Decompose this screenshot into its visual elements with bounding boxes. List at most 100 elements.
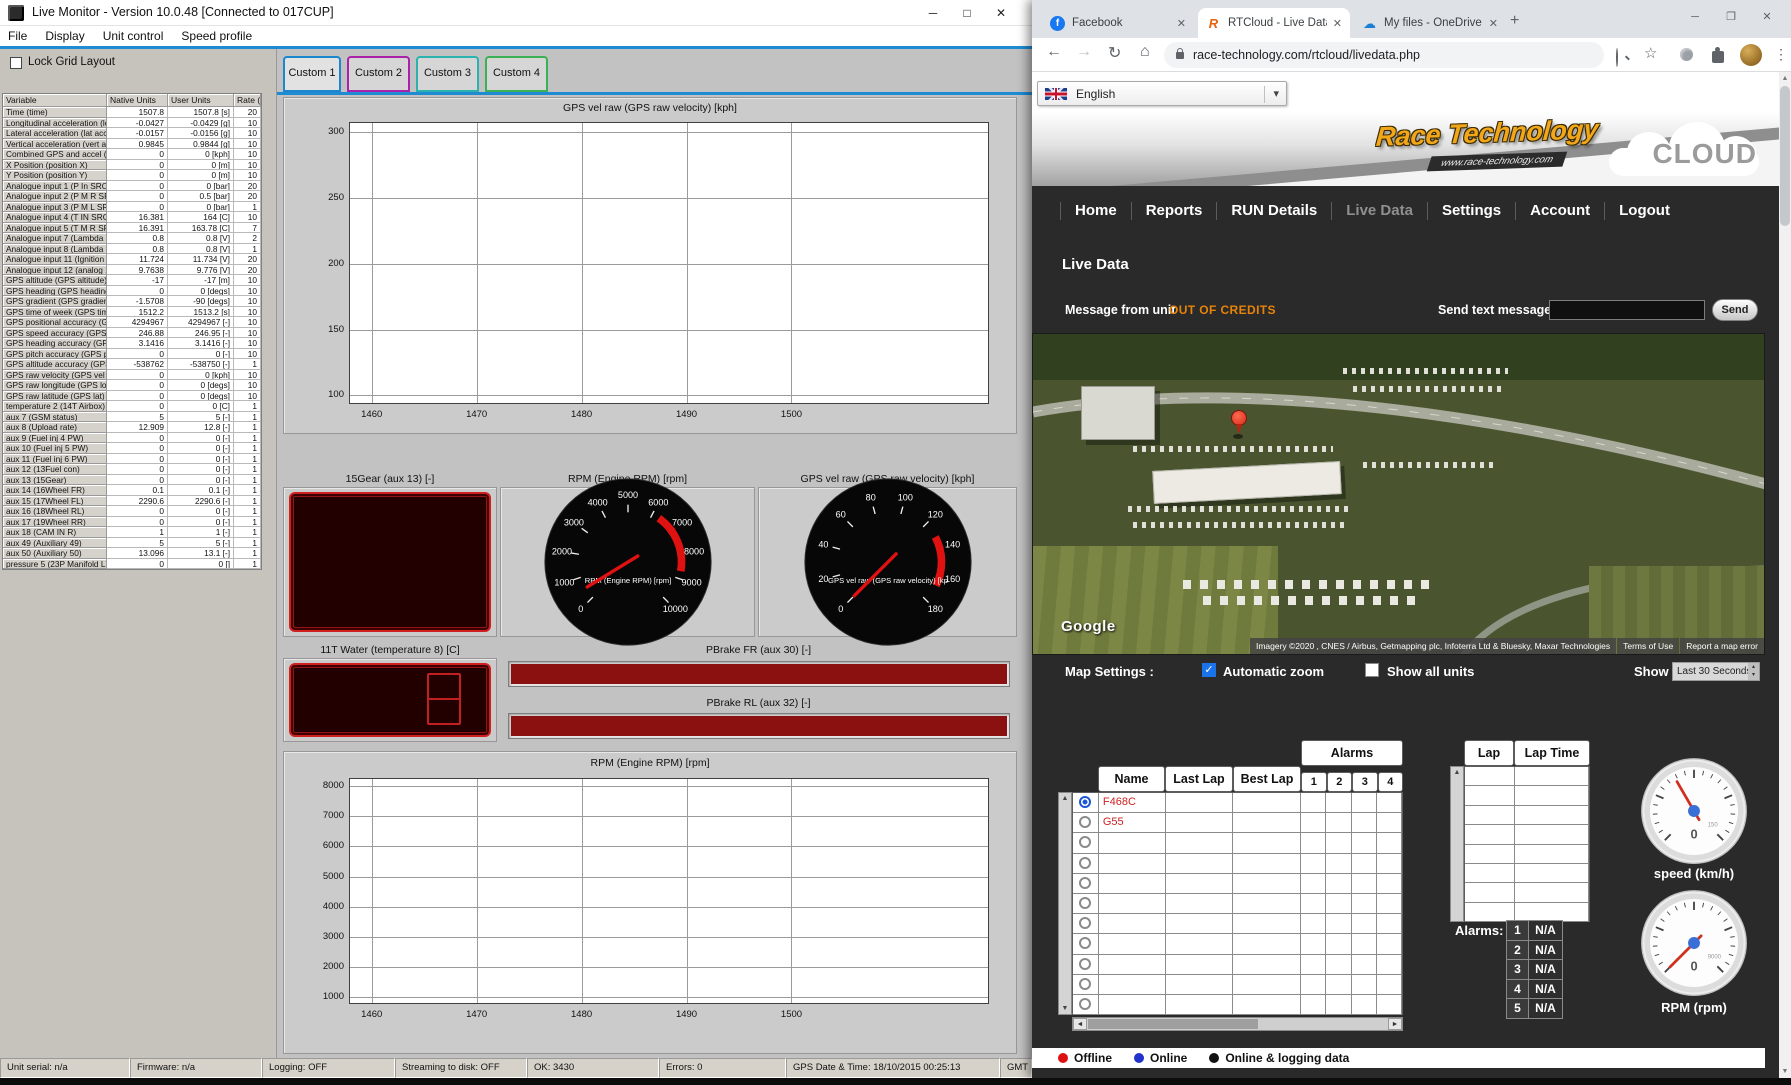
- unit-row[interactable]: G55: [1073, 813, 1402, 833]
- table-row[interactable]: GPS heading (GPS heading00 [degs]10: [3, 286, 261, 297]
- unit-radio[interactable]: [1079, 937, 1091, 949]
- map-report-link[interactable]: Report a map error: [1680, 638, 1764, 654]
- table-row[interactable]: Analogue input 8 (Lambda L0.80.8 [V]1: [3, 244, 261, 255]
- url-text[interactable]: race-technology.com/rtcloud/livedata.php: [1193, 48, 1420, 62]
- tab-custom-1[interactable]: Custom 1: [283, 56, 341, 92]
- unit-row[interactable]: [1073, 995, 1402, 1015]
- tab-custom-4[interactable]: Custom 4: [485, 56, 548, 92]
- extension-icon[interactable]: [1680, 48, 1693, 61]
- table-row[interactable]: aux 16 (18Wheel RL)00 [-]1: [3, 506, 261, 517]
- table-row[interactable]: GPS raw latitude (GPS lat)00 [degs]10: [3, 391, 261, 402]
- table-row[interactable]: Combined GPS and accel (s00 [kph]10: [3, 149, 261, 160]
- unit-radio[interactable]: [1079, 836, 1091, 848]
- table-row[interactable]: GPS altitude accuracy (GPS-538762-538750…: [3, 359, 261, 370]
- browser-maximize-icon[interactable]: ❐: [1713, 0, 1749, 34]
- column-header-last-lap[interactable]: Last Lap: [1165, 766, 1233, 792]
- text-message-input[interactable]: [1549, 300, 1705, 320]
- table-row[interactable]: aux 12 (13Fuel con)00 [-]1: [3, 464, 261, 475]
- table-row[interactable]: GPS gradient (GPS gradient-1.5708-90 [de…: [3, 296, 261, 307]
- scroll-down-icon[interactable]: ▼: [1779, 1065, 1791, 1078]
- table-row[interactable]: Analogue input 5 (T M R SR16.391163.78 […: [3, 223, 261, 234]
- table-row[interactable]: Analogue input 1 (P In SRO00 [bar]20: [3, 181, 261, 192]
- menu-speed-profile[interactable]: Speed profile: [181, 29, 252, 43]
- table-row[interactable]: GPS time of week (GPS tim1512.21513.2 [s…: [3, 307, 261, 318]
- show-period-dropdown[interactable]: Last 30 Seconds▴▾: [1672, 662, 1760, 681]
- unit-row[interactable]: [1073, 975, 1402, 995]
- table-row[interactable]: pressure 5 (23P Manifold L)00 []1: [3, 559, 261, 570]
- scroll-up-icon[interactable]: ▲: [1779, 72, 1791, 85]
- avatar[interactable]: [1740, 44, 1762, 66]
- column-header[interactable]: Native Units: [107, 94, 168, 107]
- tab-close-icon[interactable]: ✕: [1333, 17, 1342, 30]
- table-row[interactable]: aux 13 (15Gear)00 [-]1: [3, 475, 261, 486]
- browser-minimize-icon[interactable]: ─: [1677, 0, 1713, 34]
- unit-row[interactable]: F468C: [1073, 793, 1402, 813]
- unit-radio[interactable]: [1079, 816, 1091, 828]
- close-icon[interactable]: ✕: [984, 0, 1018, 26]
- table-row[interactable]: GPS positional accuracy (G42949674294967…: [3, 317, 261, 328]
- table-row[interactable]: aux 11 (Fuel inj 6 PW)00 [-]1: [3, 454, 261, 465]
- unit-radio[interactable]: [1079, 998, 1091, 1010]
- unit-radio[interactable]: [1079, 796, 1091, 808]
- browser-tab-1[interactable]: fFacebook✕: [1042, 8, 1194, 38]
- new-tab-button[interactable]: +: [1510, 12, 1519, 30]
- table-row[interactable]: aux 17 (19Wheel RR)00 [-]1: [3, 517, 261, 528]
- table-row[interactable]: aux 7 (GSM status)55 [-]1: [3, 412, 261, 423]
- table-row[interactable]: Analogue input 4 (T IN SRO16.381164 [C]1…: [3, 212, 261, 223]
- variables-table[interactable]: VariableNative UnitsUser UnitsRate (HTim…: [2, 93, 262, 570]
- browser-close-icon[interactable]: ✕: [1749, 0, 1785, 34]
- table-horizontal-scrollbar[interactable]: ◄►: [1072, 1017, 1403, 1031]
- scroll-left-icon[interactable]: ◄: [1073, 1018, 1087, 1030]
- table-row[interactable]: Analogue input 11 (Ignition11.72411.734 …: [3, 254, 261, 265]
- show-all-units-checkbox[interactable]: [1365, 663, 1379, 677]
- table-row[interactable]: aux 49 (Auxiliary 49)55 [-]1: [3, 538, 261, 549]
- column-header-name[interactable]: Name: [1098, 766, 1165, 792]
- table-row[interactable]: X Position (position X)00 [m]10: [3, 160, 261, 171]
- table-row[interactable]: Time (time)1507.81507.8 [s]20: [3, 107, 261, 118]
- unit-row[interactable]: [1073, 874, 1402, 894]
- table-row[interactable]: GPS altitude (GPS altitude)-17-17 [m]10: [3, 275, 261, 286]
- unit-radio[interactable]: [1079, 897, 1091, 909]
- automatic-zoom-checkbox[interactable]: ✓: [1202, 663, 1216, 677]
- map-satellite[interactable]: Google Imagery ©2020 , CNES / Airbus, Ge…: [1032, 333, 1765, 655]
- send-button[interactable]: Send: [1712, 299, 1758, 321]
- unit-row[interactable]: [1073, 955, 1402, 975]
- table-row[interactable]: Longitudinal acceleration (lo-0.0427-0.0…: [3, 118, 261, 129]
- unit-row[interactable]: [1073, 833, 1402, 853]
- unit-row[interactable]: [1073, 854, 1402, 874]
- table-row[interactable]: Y Position (position Y)00 [m]10: [3, 170, 261, 181]
- tab-close-icon[interactable]: ✕: [1177, 17, 1186, 30]
- reload-icon[interactable]: ↻: [1108, 43, 1121, 63]
- column-header[interactable]: Rate (H: [234, 94, 261, 107]
- unit-radio[interactable]: [1079, 877, 1091, 889]
- nav-live-data[interactable]: Live Data: [1331, 202, 1427, 220]
- unit-row[interactable]: [1073, 914, 1402, 934]
- table-row[interactable]: GPS speed accuracy (GPS246.88246.95 [-]1…: [3, 328, 261, 339]
- unit-row[interactable]: [1073, 934, 1402, 954]
- tab-custom-2[interactable]: Custom 2: [347, 56, 410, 92]
- zoom-icon[interactable]: [1616, 49, 1618, 67]
- tab-close-icon[interactable]: ✕: [1489, 17, 1498, 30]
- forward-icon[interactable]: →: [1076, 43, 1092, 61]
- title-bar[interactable]: Live Monitor - Version 10.0.48 [Connecte…: [0, 0, 1032, 26]
- lap-vertical-scrollbar[interactable]: ▲: [1450, 766, 1464, 922]
- home-icon[interactable]: ⌂: [1140, 43, 1150, 61]
- unit-radio[interactable]: [1079, 978, 1091, 990]
- browser-tab-2[interactable]: RRTCloud - Live Data✕: [1198, 8, 1350, 38]
- scrollbar-thumb[interactable]: [1780, 86, 1790, 226]
- table-row[interactable]: Lateral acceleration (lat acc-0.0157-0.0…: [3, 128, 261, 139]
- column-header[interactable]: User Units: [168, 94, 234, 107]
- table-row[interactable]: Analogue input 2 (P M R SF00.5 [bar]20: [3, 191, 261, 202]
- nav-settings[interactable]: Settings: [1427, 202, 1515, 220]
- browser-scrollbar[interactable]: ▲ ▼: [1779, 72, 1791, 1078]
- table-row[interactable]: GPS raw longitude (GPS lor00 [degs]10: [3, 380, 261, 391]
- table-row[interactable]: Vertical acceleration (vert a0.98450.984…: [3, 139, 261, 150]
- unit-radio[interactable]: [1079, 958, 1091, 970]
- table-row[interactable]: aux 10 (Fuel inj 5 PW)00 [-]1: [3, 443, 261, 454]
- table-row[interactable]: GPS raw velocity (GPS vel00 [kph]10: [3, 370, 261, 381]
- nav-run-details[interactable]: RUN Details: [1216, 202, 1331, 220]
- table-row[interactable]: aux 15 (17Wheel FL)2290.62290.6 [-]1: [3, 496, 261, 507]
- nav-account[interactable]: Account: [1515, 202, 1604, 220]
- table-row[interactable]: Analogue input 3 (P M L SR00 [bar]1: [3, 202, 261, 213]
- tab-custom-3[interactable]: Custom 3: [416, 56, 479, 92]
